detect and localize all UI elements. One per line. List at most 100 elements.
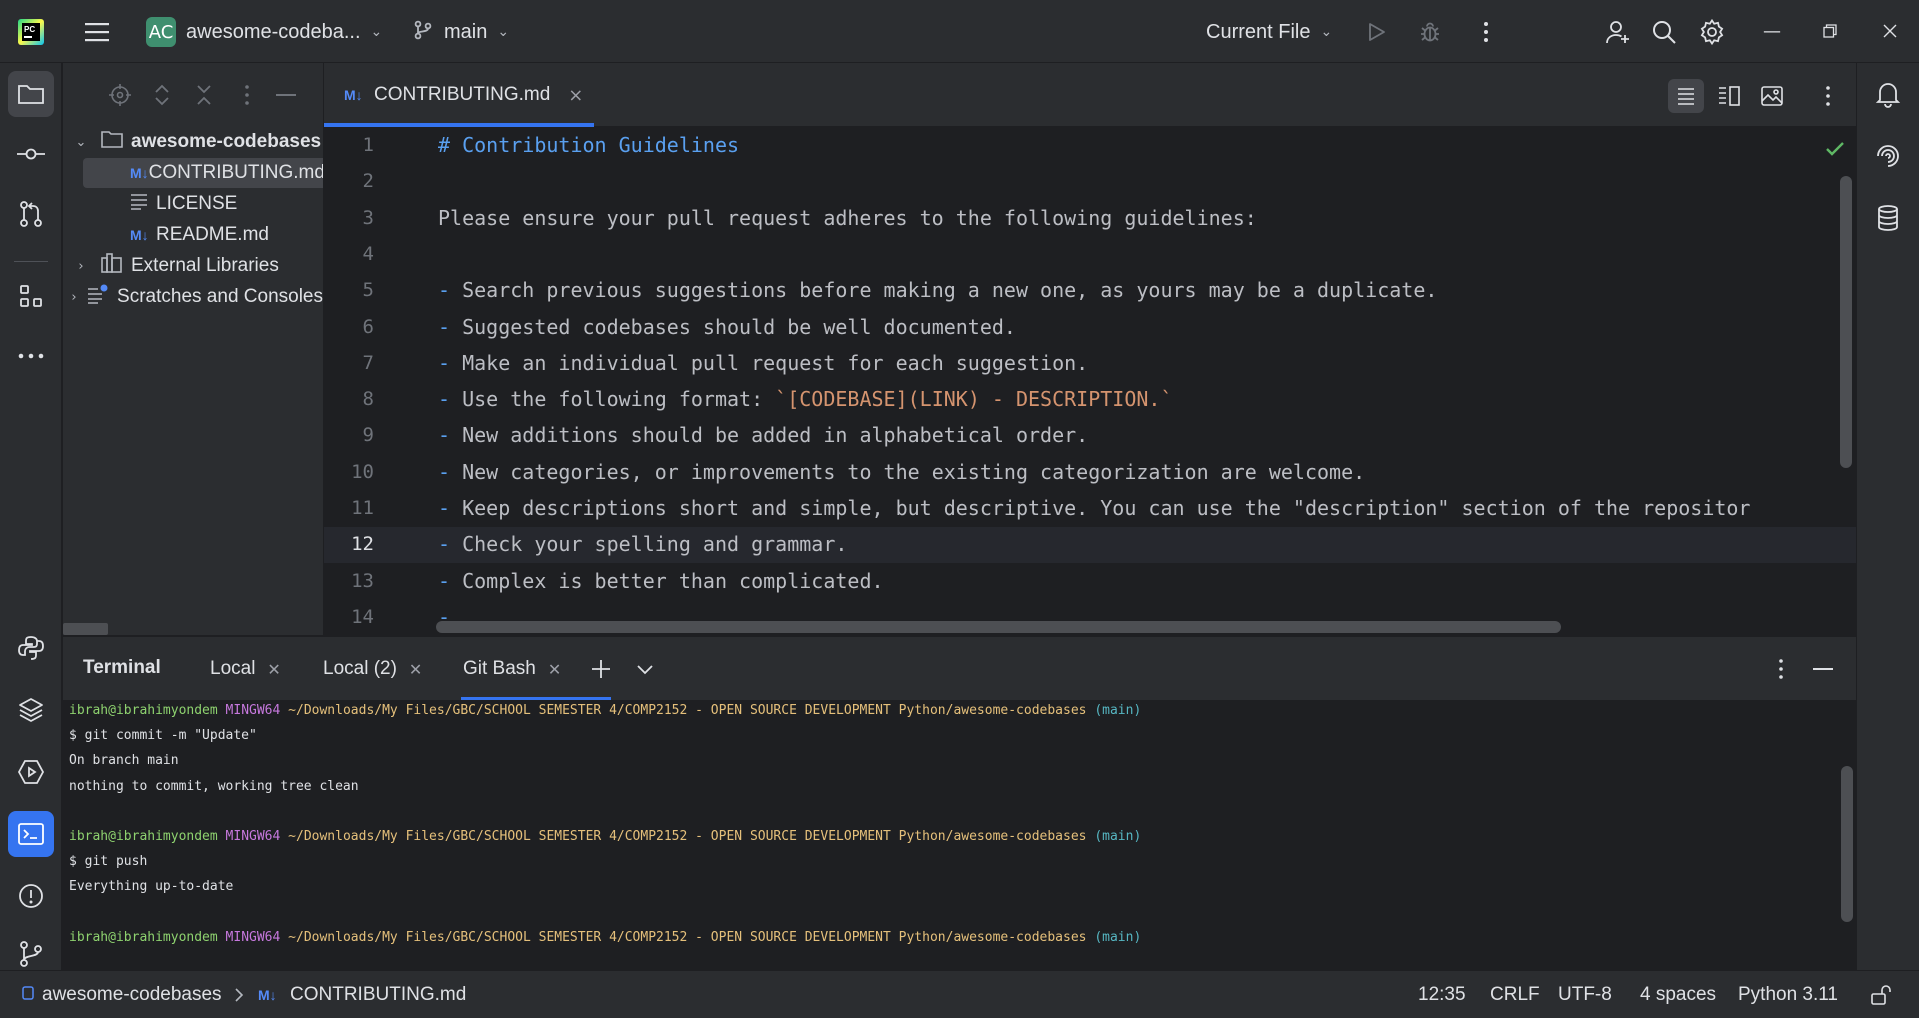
breadcrumb-separator-chevron-right-icon	[234, 971, 244, 1018]
vertical-scrollbar[interactable]	[1840, 176, 1852, 468]
search-icon[interactable]	[1646, 14, 1682, 50]
tree-item-contributing-md[interactable]: M↓ CONTRIBUTING.md	[63, 158, 323, 188]
close-window-icon[interactable]	[1870, 12, 1910, 50]
code-line: - Use the following format: `[CODEBASE](…	[438, 387, 1173, 411]
file-encoding[interactable]: UTF-8	[1558, 971, 1612, 1018]
terminal-tab-label: Local (2)	[323, 658, 397, 679]
line-separator[interactable]: CRLF	[1490, 971, 1540, 1018]
line-number: 11	[351, 497, 374, 519]
terminal-tab-label: Git Bash	[463, 658, 536, 679]
run-configuration-label: Current File	[1206, 20, 1311, 43]
minimize-window-icon[interactable]: —	[1752, 12, 1792, 50]
tree-item-scratches-and-consoles[interactable]: › Scratches and Consoles	[63, 282, 323, 312]
list-bullet: -	[438, 278, 451, 303]
code-line: - Complex is better than complicated.	[438, 569, 884, 593]
expand-all-icon[interactable]	[148, 81, 176, 109]
divider	[14, 261, 48, 262]
chevron-right-icon: ›	[71, 289, 77, 305]
tree-item-license[interactable]: LICENSE	[63, 189, 323, 219]
commit-tool-icon[interactable]	[8, 131, 54, 177]
vcs-branch-widget[interactable]: main ⌄	[412, 14, 509, 50]
more-tool-windows-icon[interactable]	[8, 333, 54, 379]
terminal-tab-git-bash[interactable]: Git Bash ✕	[463, 651, 561, 687]
line-number: 8	[362, 388, 374, 411]
horizontal-scrollbar[interactable]	[436, 621, 1561, 633]
read-only-lock-icon[interactable]	[1870, 971, 1892, 1018]
python-interpreter[interactable]: Python 3.11	[1738, 971, 1838, 1018]
hide-panel-icon[interactable]	[272, 81, 300, 109]
terminal-title: Terminal	[83, 657, 161, 678]
pull-requests-icon[interactable]	[8, 191, 54, 237]
terminal-output[interactable]: ibrah@ibrahimyondem MINGW64 ~/Downloads/…	[63, 700, 1856, 970]
inline-code: `[CODEBASE](LINK) - DESCRIPTION.`	[775, 387, 1173, 412]
terminal-prompt: ibrah@ibrahimyondem MINGW64 ~/Downloads/…	[69, 703, 1141, 718]
terminal-line: nothing to commit, working tree clean	[69, 778, 359, 794]
chevron-down-icon: ⌄	[75, 134, 87, 150]
inspection-ok-check-icon[interactable]	[1824, 140, 1846, 163]
close-tab-icon[interactable]: ×	[568, 85, 583, 106]
tab-contributing-md[interactable]: M↓ CONTRIBUTING.md ×	[324, 63, 594, 127]
code-editor[interactable]: 1 2 3 4 5 6 7 8 9 10 11 12 13 14 # Contribution Guidel…	[324, 128, 1856, 635]
notifications-bell-icon[interactable]	[1865, 71, 1911, 117]
caret-position[interactable]: 12:35	[1418, 971, 1466, 1018]
ai-assistant-icon[interactable]	[1865, 133, 1911, 179]
terminal-tabs-dropdown-chevron-down-icon[interactable]	[627, 651, 663, 687]
structure-icon[interactable]	[8, 273, 54, 319]
code-text: Check your spelling and grammar.	[450, 532, 848, 557]
main-menu-icon[interactable]	[82, 18, 112, 46]
breadcrumb-project[interactable]: awesome-codebases	[22, 971, 222, 1018]
run-configuration-selector[interactable]: Current File ⌄	[1206, 14, 1332, 50]
terminal-tool-icon[interactable]	[8, 811, 54, 857]
tree-item-project-root[interactable]: ⌄ awesome-codebases	[63, 127, 323, 157]
terminal-line: On branch main	[69, 753, 179, 769]
restore-window-icon[interactable]	[1810, 12, 1850, 50]
list-bullet: -	[438, 459, 451, 484]
services-icon[interactable]	[8, 749, 54, 795]
database-icon[interactable]	[1865, 195, 1911, 241]
vertical-scrollbar[interactable]	[1841, 766, 1853, 922]
editor-and-preview-icon[interactable]	[1711, 79, 1747, 113]
tree-item-external-libraries[interactable]: › External Libraries	[63, 251, 323, 281]
terminal-tab-local[interactable]: Local ✕	[210, 651, 281, 687]
markdown-file-icon: M↓	[258, 987, 277, 1003]
editor-more-icon[interactable]	[1810, 79, 1846, 113]
project-widget[interactable]: AC awesome-codeba... ⌄	[146, 14, 382, 50]
left-tool-window-bar	[0, 63, 62, 970]
collapse-all-icon[interactable]	[190, 81, 218, 109]
new-terminal-tab-plus-icon[interactable]	[583, 651, 619, 687]
code-line: Please ensure your pull request adheres …	[438, 206, 1257, 230]
project-tool-folder-icon[interactable]	[8, 71, 54, 117]
prompt-host: MINGW64	[225, 829, 281, 844]
text-file-icon	[130, 192, 156, 216]
breadcrumb-file[interactable]: M↓ CONTRIBUTING.md	[258, 971, 466, 1018]
editor-only-icon[interactable]	[1668, 79, 1704, 113]
locate-file-icon[interactable]	[106, 81, 134, 109]
python-console-icon[interactable]	[8, 625, 54, 671]
python-packages-icon[interactable]	[8, 687, 54, 733]
terminal-options-icon[interactable]	[1763, 651, 1799, 687]
run-icon[interactable]	[1358, 14, 1394, 50]
status-bar: awesome-codebases M↓ CONTRIBUTING.md 12:…	[0, 970, 1919, 1018]
code-text: Keep descriptions short and simple, but …	[450, 496, 1751, 520]
close-tab-icon[interactable]: ✕	[548, 660, 561, 679]
tree-item-readme-md[interactable]: M↓ README.md	[63, 220, 323, 250]
more-actions-icon[interactable]	[1468, 14, 1504, 50]
indent-setting[interactable]: 4 spaces	[1640, 971, 1716, 1018]
close-tab-icon[interactable]: ✕	[409, 660, 422, 679]
preview-only-icon[interactable]	[1754, 79, 1790, 113]
problems-icon[interactable]	[8, 873, 54, 919]
terminal-prompt: ibrah@ibrahimyondem MINGW64 ~/Downloads/…	[69, 829, 1141, 844]
options-icon[interactable]	[233, 81, 261, 109]
tree-item-label: awesome-codebases	[131, 131, 322, 152]
close-tab-icon[interactable]: ✕	[267, 660, 280, 679]
horizontal-scrollbar[interactable]	[63, 623, 108, 635]
library-icon	[101, 253, 123, 279]
settings-gear-icon[interactable]	[1694, 14, 1730, 50]
line-number: 9	[362, 424, 374, 447]
add-user-icon[interactable]	[1600, 14, 1636, 50]
debug-icon[interactable]	[1412, 14, 1448, 50]
breadcrumb-label: CONTRIBUTING.md	[290, 984, 467, 1005]
hide-terminal-icon[interactable]	[1805, 651, 1841, 687]
terminal-tab-local-2[interactable]: Local (2) ✕	[323, 651, 422, 687]
project-name: awesome-codeba...	[186, 20, 361, 43]
